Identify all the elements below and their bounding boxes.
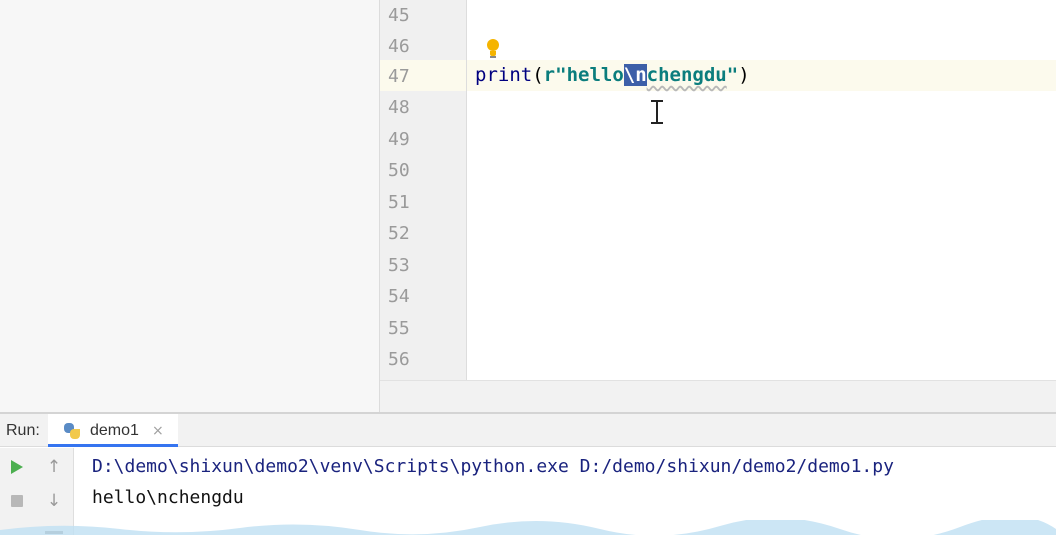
line-number: 48 — [388, 97, 410, 118]
line-number: 56 — [388, 349, 410, 370]
rerun-button[interactable] — [5, 455, 29, 479]
editor-bottom-strip — [380, 380, 1056, 412]
code-function: print — [475, 64, 533, 86]
code-string-part: chengdu — [646, 64, 727, 86]
stop-button[interactable] — [5, 489, 29, 513]
lightbulb-icon[interactable] — [484, 38, 502, 60]
console-command-line: D:\demo\shixun\demo2\venv\Scripts\python… — [92, 456, 894, 477]
line-number: 53 — [388, 255, 410, 276]
code-open-paren: ( — [532, 64, 544, 86]
run-tab-label: demo1 — [90, 422, 139, 439]
line-number: 45 — [388, 5, 410, 26]
decorative-wave — [0, 520, 1056, 535]
line-number: 55 — [388, 318, 410, 339]
code-quote-open: " — [555, 64, 567, 86]
text-cursor-icon — [650, 99, 664, 125]
stop-icon — [11, 495, 23, 507]
line-number: 49 — [388, 129, 410, 150]
run-label: Run: — [6, 422, 40, 439]
up-arrow-icon[interactable]: ↑ — [42, 455, 66, 479]
code-quote-close: " — [726, 64, 739, 86]
line-number: 50 — [388, 160, 410, 181]
line-number: 51 — [388, 192, 410, 213]
code-selection: \n — [623, 64, 647, 86]
line-number: 47 — [388, 66, 410, 87]
line-number: 54 — [388, 286, 410, 307]
run-tab-demo1[interactable]: demo1 × — [48, 414, 178, 447]
code-string-part: hello — [566, 64, 624, 86]
play-icon — [11, 460, 23, 474]
code-close-paren: ) — [738, 64, 750, 86]
down-arrow-icon[interactable]: ↓ — [42, 489, 66, 513]
line-number: 52 — [388, 223, 410, 244]
code-line[interactable]: print(r"hello\nchengdu") — [475, 60, 750, 91]
gutter-separator — [466, 0, 467, 380]
line-number: 46 — [388, 36, 410, 57]
code-editor[interactable] — [467, 0, 1056, 380]
code-raw-prefix: r — [543, 64, 556, 86]
console-output-line: hello\nchengdu — [92, 487, 244, 508]
close-icon[interactable]: × — [152, 423, 164, 439]
project-pane — [0, 0, 379, 412]
python-icon — [64, 423, 80, 439]
run-panel-header: Run: demo1 × — [0, 414, 1056, 447]
